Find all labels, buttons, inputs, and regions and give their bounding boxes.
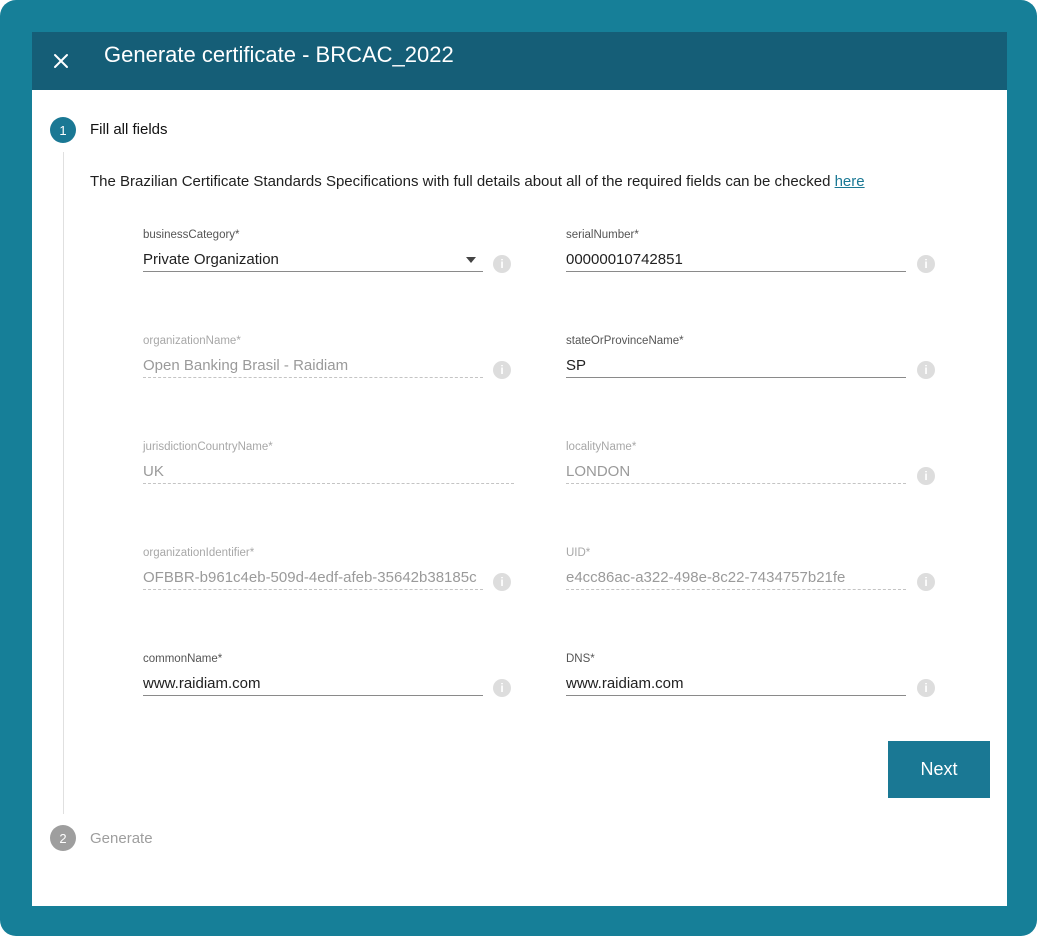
organization-name-field: organizationName* Open Banking Brasil - …: [143, 335, 483, 378]
close-icon: [54, 54, 68, 68]
stepper-connector: [63, 152, 64, 814]
jurisdiction-country-label: jurisdictionCountryName*: [143, 441, 273, 453]
state-or-province-field[interactable]: stateOrProvinceName* SP: [566, 335, 906, 378]
organization-identifier-value: OFBBR-b961c4eb-509d-4edf-afeb-35642b3818…: [143, 567, 483, 590]
uid-label: UID*: [566, 547, 591, 559]
state-or-province-label: stateOrProvinceName*: [566, 335, 684, 347]
organization-name-label: organizationName*: [143, 335, 241, 347]
dialog-header: Generate certificate - BRCAC_2022: [32, 32, 1007, 90]
locality-name-field: localityName* LONDON: [566, 441, 906, 484]
common-name-label: commonName*: [143, 653, 223, 665]
uid-value: e4cc86ac-a322-498e-8c22-7434757b21fe: [566, 567, 906, 590]
next-button[interactable]: Next: [888, 741, 990, 798]
serial-number-value[interactable]: 00000010742851: [566, 249, 906, 272]
step-2-indicator: 2: [50, 825, 76, 851]
dns-value[interactable]: www.raidiam.com: [566, 673, 906, 696]
dropdown-arrow-icon[interactable]: [466, 257, 476, 263]
uid-field: UID* e4cc86ac-a322-498e-8c22-7434757b21f…: [566, 547, 906, 590]
serial-number-field[interactable]: serialNumber* 00000010742851: [566, 229, 906, 272]
jurisdiction-country-value: UK: [143, 461, 514, 484]
common-name-value[interactable]: www.raidiam.com: [143, 673, 483, 696]
step-2-label: Generate: [90, 830, 153, 847]
dns-label: DNS*: [566, 653, 595, 665]
locality-name-label: localityName*: [566, 441, 637, 453]
info-icon[interactable]: i: [917, 361, 935, 379]
state-or-province-value[interactable]: SP: [566, 355, 906, 378]
business-category-select[interactable]: businessCategory* Private Organization: [143, 229, 483, 272]
serial-number-label: serialNumber*: [566, 229, 639, 241]
info-icon[interactable]: i: [917, 467, 935, 485]
description-text: The Brazilian Certificate Standards Spec…: [90, 173, 835, 190]
organization-identifier-field: organizationIdentifier* OFBBR-b961c4eb-5…: [143, 547, 483, 590]
business-category-value[interactable]: Private Organization: [143, 249, 483, 272]
info-icon[interactable]: i: [917, 679, 935, 697]
organization-identifier-label: organizationIdentifier*: [143, 547, 255, 559]
step-1-label: Fill all fields: [90, 121, 168, 138]
organization-name-value: Open Banking Brasil - Raidiam: [143, 355, 483, 378]
info-icon[interactable]: i: [493, 361, 511, 379]
locality-name-value: LONDON: [566, 461, 906, 484]
common-name-field[interactable]: commonName* www.raidiam.com: [143, 653, 483, 696]
info-icon[interactable]: i: [493, 573, 511, 591]
generate-certificate-dialog: Generate certificate - BRCAC_2022 1 Fill…: [32, 32, 1007, 906]
specification-description: The Brazilian Certificate Standards Spec…: [90, 173, 865, 190]
info-icon[interactable]: i: [917, 573, 935, 591]
info-icon[interactable]: i: [917, 255, 935, 273]
jurisdiction-country-field: jurisdictionCountryName* UK: [143, 441, 514, 484]
dialog-title: Generate certificate - BRCAC_2022: [104, 42, 454, 67]
business-category-label: businessCategory*: [143, 229, 240, 241]
info-icon[interactable]: i: [493, 679, 511, 697]
dns-field[interactable]: DNS* www.raidiam.com: [566, 653, 906, 696]
window-frame: Generate certificate - BRCAC_2022 1 Fill…: [0, 0, 1037, 936]
info-icon[interactable]: i: [493, 255, 511, 273]
close-button[interactable]: [44, 44, 78, 78]
step-1-indicator: 1: [50, 117, 76, 143]
specification-link[interactable]: here: [835, 173, 865, 190]
